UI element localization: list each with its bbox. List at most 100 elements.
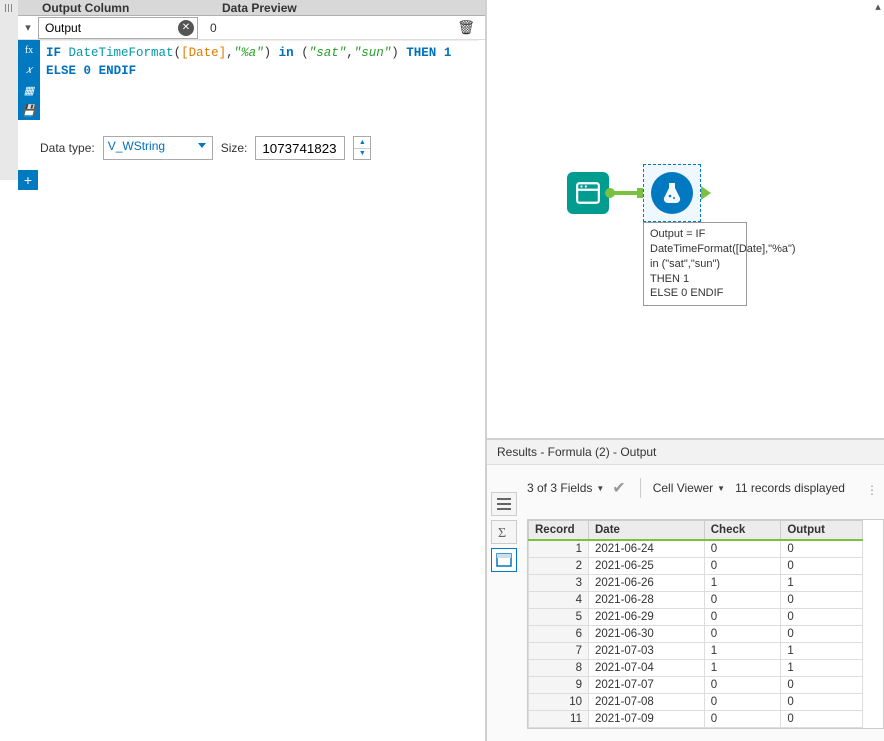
cell-record: 7: [529, 643, 589, 660]
table-row[interactable]: 102021-07-0800: [529, 694, 863, 711]
data-type-select[interactable]: V_WString: [103, 136, 213, 160]
table-row[interactable]: 12021-06-2400: [529, 540, 863, 558]
cell-date: 2021-07-07: [589, 677, 705, 694]
formula-editor[interactable]: IF DateTimeFormat([Date],"%a") in ("sat"…: [40, 40, 479, 130]
cell-output: 1: [781, 643, 863, 660]
cell-date: 2021-06-29: [589, 609, 705, 626]
collapse-gutter[interactable]: [0, 0, 18, 180]
table-row[interactable]: 62021-06-3000: [529, 626, 863, 643]
cell-date: 2021-06-24: [589, 540, 705, 558]
text-input-icon: [575, 180, 601, 206]
results-panel: Results - Formula (2) - Output Σ 3 of 3 …: [485, 438, 884, 741]
cell-check: 0: [704, 592, 781, 609]
text-input-tool[interactable]: [567, 172, 609, 214]
spinner-up-icon[interactable]: ▲: [354, 137, 370, 149]
cell-record: 2: [529, 558, 589, 575]
data-type-label: Data type:: [40, 141, 95, 155]
output-column-input[interactable]: [38, 17, 198, 39]
cell-check: 1: [704, 660, 781, 677]
cell-date: 2021-07-04: [589, 660, 705, 677]
col-record[interactable]: Record: [529, 521, 589, 541]
col-output[interactable]: Output: [781, 521, 863, 541]
cell-record: 5: [529, 609, 589, 626]
results-toolbar: 3 of 3 Fields ▼ ✔ Cell Viewer ▼ 11 recor…: [487, 465, 884, 519]
cell-date: 2021-06-28: [589, 592, 705, 609]
results-tab-data[interactable]: [491, 548, 517, 572]
cell-output: 0: [781, 609, 863, 626]
cell-check: 0: [704, 558, 781, 575]
cell-output: 0: [781, 592, 863, 609]
cell-record: 6: [529, 626, 589, 643]
table-row[interactable]: 82021-07-0411: [529, 660, 863, 677]
header-output-column: Output Column: [40, 0, 220, 15]
table-row[interactable]: 32021-06-2611: [529, 575, 863, 592]
cell-check: 0: [704, 540, 781, 558]
toolbar-overflow[interactable]: ⋮: [866, 483, 878, 497]
data-icon: [496, 553, 512, 567]
add-expression-button[interactable]: +: [18, 170, 38, 190]
table-row[interactable]: 72021-07-0311: [529, 643, 863, 660]
results-title: Results - Formula (2) - Output: [487, 440, 884, 465]
clear-icon[interactable]: ✕: [178, 20, 194, 36]
cell-date: 2021-07-09: [589, 711, 705, 728]
results-tab-summary[interactable]: Σ: [491, 520, 517, 544]
output-row: ▾ ✕ 0 🗑: [18, 16, 485, 40]
cell-check: 0: [704, 694, 781, 711]
data-type-row: Data type: V_WString Size: ▲ ▼: [40, 136, 485, 160]
variable-x-button[interactable]: 𝑥: [18, 60, 40, 80]
table-row[interactable]: 52021-06-2900: [529, 609, 863, 626]
col-check[interactable]: Check: [704, 521, 781, 541]
expand-chevron-icon[interactable]: ▾: [18, 21, 38, 34]
header-data-preview: Data Preview: [220, 0, 485, 15]
cell-output: 0: [781, 626, 863, 643]
save-button[interactable]: 💾: [18, 100, 40, 120]
cell-check: 1: [704, 643, 781, 660]
results-table[interactable]: Record Date Check Output 12021-06-240022…: [527, 519, 884, 729]
cell-record: 11: [529, 711, 589, 728]
cell-output: 1: [781, 575, 863, 592]
cell-check: 1: [704, 575, 781, 592]
cell-output: 1: [781, 660, 863, 677]
config-header: Output Column Data Preview: [0, 0, 485, 16]
spinner-down-icon[interactable]: ▼: [354, 149, 370, 160]
workflow-canvas[interactable]: ▴ Output = IF DateTimeFormat([Date],"%a"…: [485, 0, 884, 438]
cell-check: 0: [704, 711, 781, 728]
chevron-down-icon[interactable]: ▼: [596, 484, 604, 493]
table-row[interactable]: 92021-07-0700: [529, 677, 863, 694]
cell-check: 0: [704, 677, 781, 694]
svg-text:Σ: Σ: [498, 526, 506, 539]
cell-record: 8: [529, 660, 589, 677]
col-date[interactable]: Date: [589, 521, 705, 541]
cell-check: 0: [704, 626, 781, 643]
cell-output: 0: [781, 711, 863, 728]
cell-viewer-label[interactable]: Cell Viewer: [653, 481, 713, 495]
cell-output: 0: [781, 558, 863, 575]
table-row[interactable]: 22021-06-2500: [529, 558, 863, 575]
checkmark-icon[interactable]: ✔: [608, 478, 629, 498]
cell-date: 2021-06-30: [589, 626, 705, 643]
scroll-up-icon[interactable]: ▴: [872, 0, 884, 12]
cell-record: 1: [529, 540, 589, 558]
size-label: Size:: [221, 141, 248, 155]
trash-icon[interactable]: 🗑: [457, 19, 475, 36]
chevron-down-icon[interactable]: ▼: [717, 484, 725, 493]
cell-date: 2021-07-08: [589, 694, 705, 711]
size-spinner[interactable]: ▲ ▼: [353, 136, 371, 160]
connector-out-anchor: [701, 186, 711, 200]
fx-button[interactable]: fx: [18, 40, 40, 60]
toolbox-button[interactable]: ▦: [18, 80, 40, 100]
table-row[interactable]: 42021-06-2800: [529, 592, 863, 609]
size-input[interactable]: [255, 136, 345, 160]
cell-record: 3: [529, 575, 589, 592]
formula-tool-selected[interactable]: [643, 164, 701, 222]
table-header-row: Record Date Check Output: [529, 521, 863, 541]
fields-count-label[interactable]: 3 of 3 Fields: [527, 481, 592, 495]
cell-date: 2021-06-26: [589, 575, 705, 592]
table-row[interactable]: 112021-07-0900: [529, 711, 863, 728]
cell-record: 4: [529, 592, 589, 609]
cell-date: 2021-07-03: [589, 643, 705, 660]
formula-config-panel: Output Column Data Preview ▾ ✕ 0 🗑 fx 𝑥 …: [0, 0, 485, 741]
editor-side-buttons: fx 𝑥 ▦ 💾: [18, 40, 40, 120]
sigma-icon: Σ: [496, 525, 512, 539]
cell-record: 9: [529, 677, 589, 694]
